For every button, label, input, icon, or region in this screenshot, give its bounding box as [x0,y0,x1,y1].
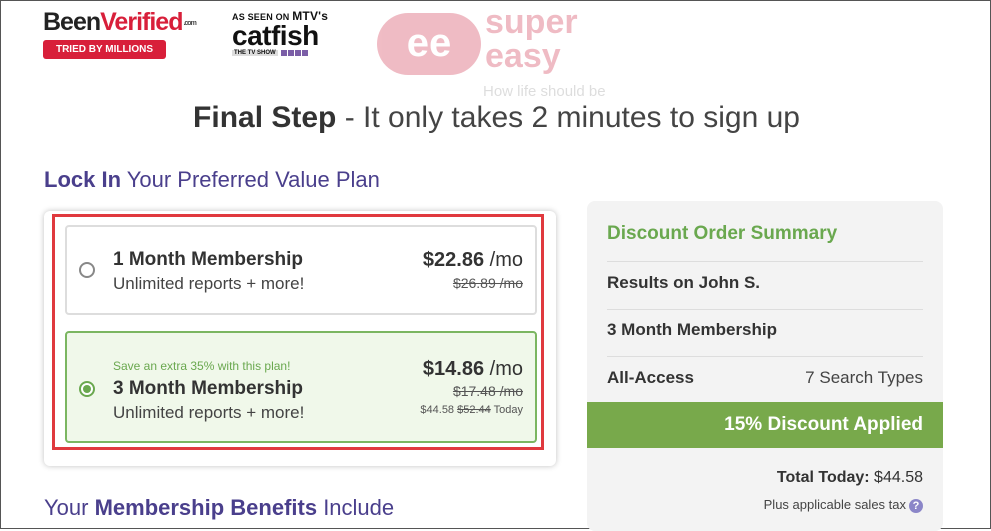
plan-radio-1-month[interactable] [79,262,95,278]
summary-membership: 3 Month Membership [607,320,778,339]
plan-option-3-month[interactable]: Save an extra 35% with this plan! 3 Mont… [65,331,537,443]
help-icon[interactable]: ? [909,498,923,513]
logo-wordmark: BeenVerified.com [43,8,197,36]
plan-name: 3 Month Membership [113,378,304,399]
summary-heading: Discount Order Summary [607,223,838,244]
beenverified-logo[interactable]: BeenVerified.com TRIED BY MILLIONS [43,8,197,59]
mtv-bars-icon [280,50,308,56]
plan-price: $14.86 /mo [422,358,523,380]
plan-old-price: $26.89 /mo [452,275,523,291]
summary-access-row: All-Access 7 Search Types [607,368,923,388]
catfish-logo: AS SEEN ON MTV's catfish THE TV SHOW [232,9,328,56]
plan-price: $22.86 /mo [422,249,523,271]
summary-divider [607,356,923,357]
discount-applied-banner: 15% Discount Applied [587,402,943,448]
watermark: ee super easy How life should be [377,5,617,101]
catfish-wordmark: catfish [232,20,319,51]
tried-by-millions-badge: TRIED BY MILLIONS [43,40,166,59]
summary-divider [607,261,923,262]
plan-description: Unlimited reports + more! [113,274,305,293]
page-title: Final Step - It only takes 2 minutes to … [193,101,800,134]
summary-results-on: Results on John S. [607,273,761,292]
summary-access-label: All-Access [607,368,694,387]
plan-description: Unlimited reports + more! [113,403,305,422]
plan-save-note: Save an extra 35% with this plan! [113,359,291,373]
watermark-ee-icon: ee [377,13,481,75]
plan-section-heading: Lock In Your Preferred Value Plan [44,167,380,192]
plan-option-1-month[interactable]: 1 Month Membership Unlimited reports + m… [65,225,537,315]
total-today: Total Today: $44.58 [776,469,923,486]
summary-divider [607,309,923,310]
benefits-heading: Your Membership Benefits Include [44,495,395,520]
plan-today-price: $44.58 $52.44 Today [420,404,523,416]
watermark-brand: super easy [485,3,578,75]
plan-radio-3-month[interactable] [79,381,95,397]
plan-old-price: $17.48 /mo [452,383,523,399]
sales-tax-note: Plus applicable sales tax? [587,497,923,513]
plan-name: 1 Month Membership [113,249,304,270]
watermark-tagline: How life should be [483,83,606,100]
summary-access-value: 7 Search Types [805,368,923,387]
